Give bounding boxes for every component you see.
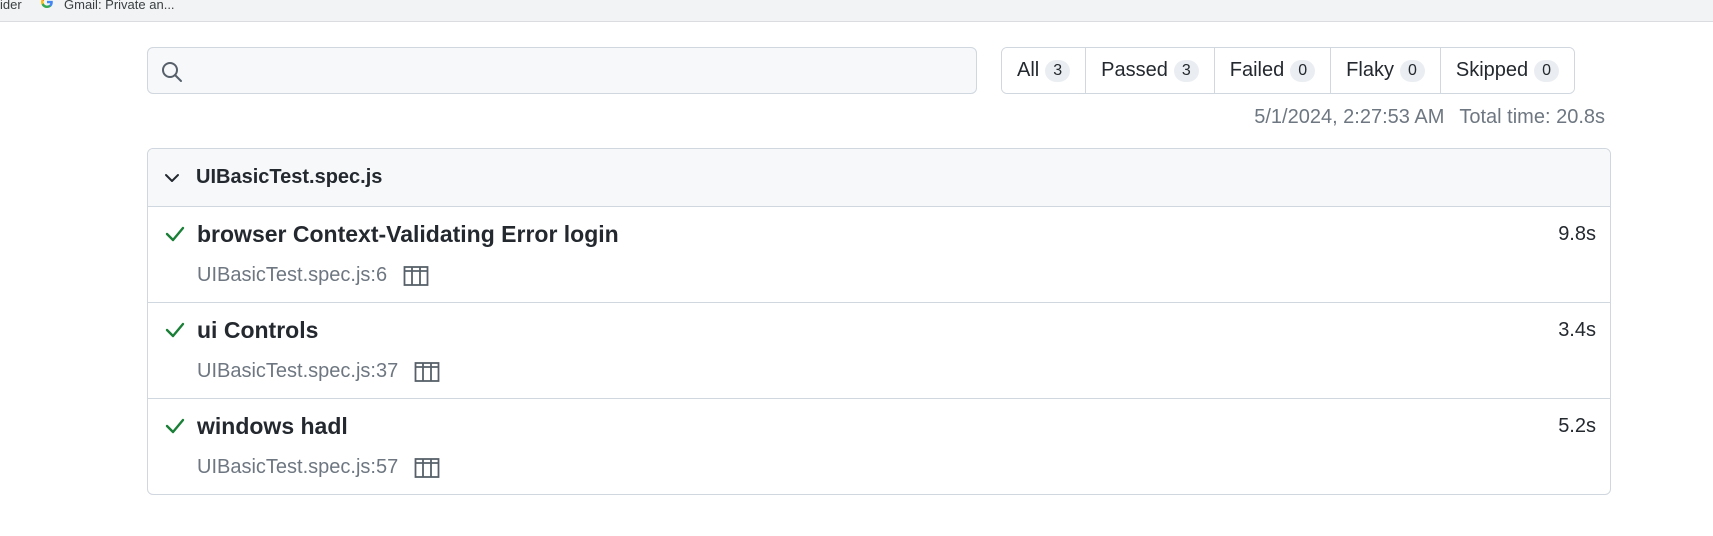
test-title[interactable]: ui Controls [197,317,318,344]
report-total-time: Total time: 20.8s [1459,106,1605,128]
search-icon [162,62,182,82]
filter-label: All [1017,59,1040,81]
filter-all[interactable]: All 3 [1002,48,1087,93]
trace-icon[interactable] [414,361,440,383]
test-row[interactable]: ui Controls 3.4s UIBasicTest.spec.js:37 [148,303,1610,399]
filter-count-badge: 0 [1534,59,1560,82]
filter-label: Flaky [1346,59,1394,81]
test-location-line: UIBasicTest.spec.js:57 [197,456,440,479]
filter-label: Passed [1101,59,1168,81]
bookmark-item-gmail[interactable]: Gmail: Private an... [40,0,175,12]
test-duration: 3.4s [1558,319,1596,341]
test-file-name: UIBasicTest.spec.js [196,166,383,188]
test-location-line: UIBasicTest.spec.js:6 [197,264,429,287]
filter-label: Skipped [1455,59,1529,81]
filter-count-badge: 0 [1290,59,1316,82]
filter-flaky[interactable]: Flaky 0 [1331,48,1441,93]
bookmarks-bar: ider Gmail: Private an... [0,0,1713,22]
check-icon [165,322,185,338]
test-row[interactable]: browser Context-Validating Error login 9… [148,207,1610,303]
filter-skipped[interactable]: Skipped 0 [1440,48,1575,93]
test-file-block: UIBasicTest.spec.js browser Context-Vali… [147,148,1611,495]
test-location-line: UIBasicTest.spec.js:37 [197,360,440,383]
filter-count-badge: 0 [1399,59,1425,82]
test-file-header[interactable]: UIBasicTest.spec.js [148,149,1610,207]
test-location: UIBasicTest.spec.js:6 [197,264,388,286]
google-icon [40,0,54,9]
check-icon [165,418,185,434]
test-title[interactable]: browser Context-Validating Error login [197,221,619,248]
test-duration: 9.8s [1558,223,1596,245]
test-location: UIBasicTest.spec.js:57 [197,456,399,478]
bookmark-gmail-label: Gmail: Private an... [64,0,175,12]
chevron-down-icon [165,173,179,182]
check-icon [165,226,185,242]
trace-icon[interactable] [414,457,440,479]
filter-label: Failed [1229,59,1285,81]
status-filter-group: All 3 Passed 3 Failed 0 Flaky 0 Skipped … [1001,47,1576,94]
trace-icon[interactable] [403,265,429,287]
test-duration: 5.2s [1558,415,1596,437]
search-box[interactable] [147,47,977,94]
test-location: UIBasicTest.spec.js:37 [197,360,399,382]
filter-count-badge: 3 [1173,59,1199,82]
search-input[interactable] [192,48,972,93]
report-meta: 5/1/2024, 2:27:53 AM Total time: 20.8s [1254,106,1605,129]
test-row[interactable]: windows hadl 5.2s UIBasicTest.spec.js:57 [148,399,1610,494]
report-date: 5/1/2024, 2:27:53 AM [1254,106,1445,128]
filter-passed[interactable]: Passed 3 [1086,48,1215,93]
filter-count-badge: 3 [1045,59,1071,82]
bookmark-item-partial[interactable]: ider [0,0,22,11]
test-title[interactable]: windows hadl [197,413,348,440]
filter-failed[interactable]: Failed 0 [1214,48,1332,93]
